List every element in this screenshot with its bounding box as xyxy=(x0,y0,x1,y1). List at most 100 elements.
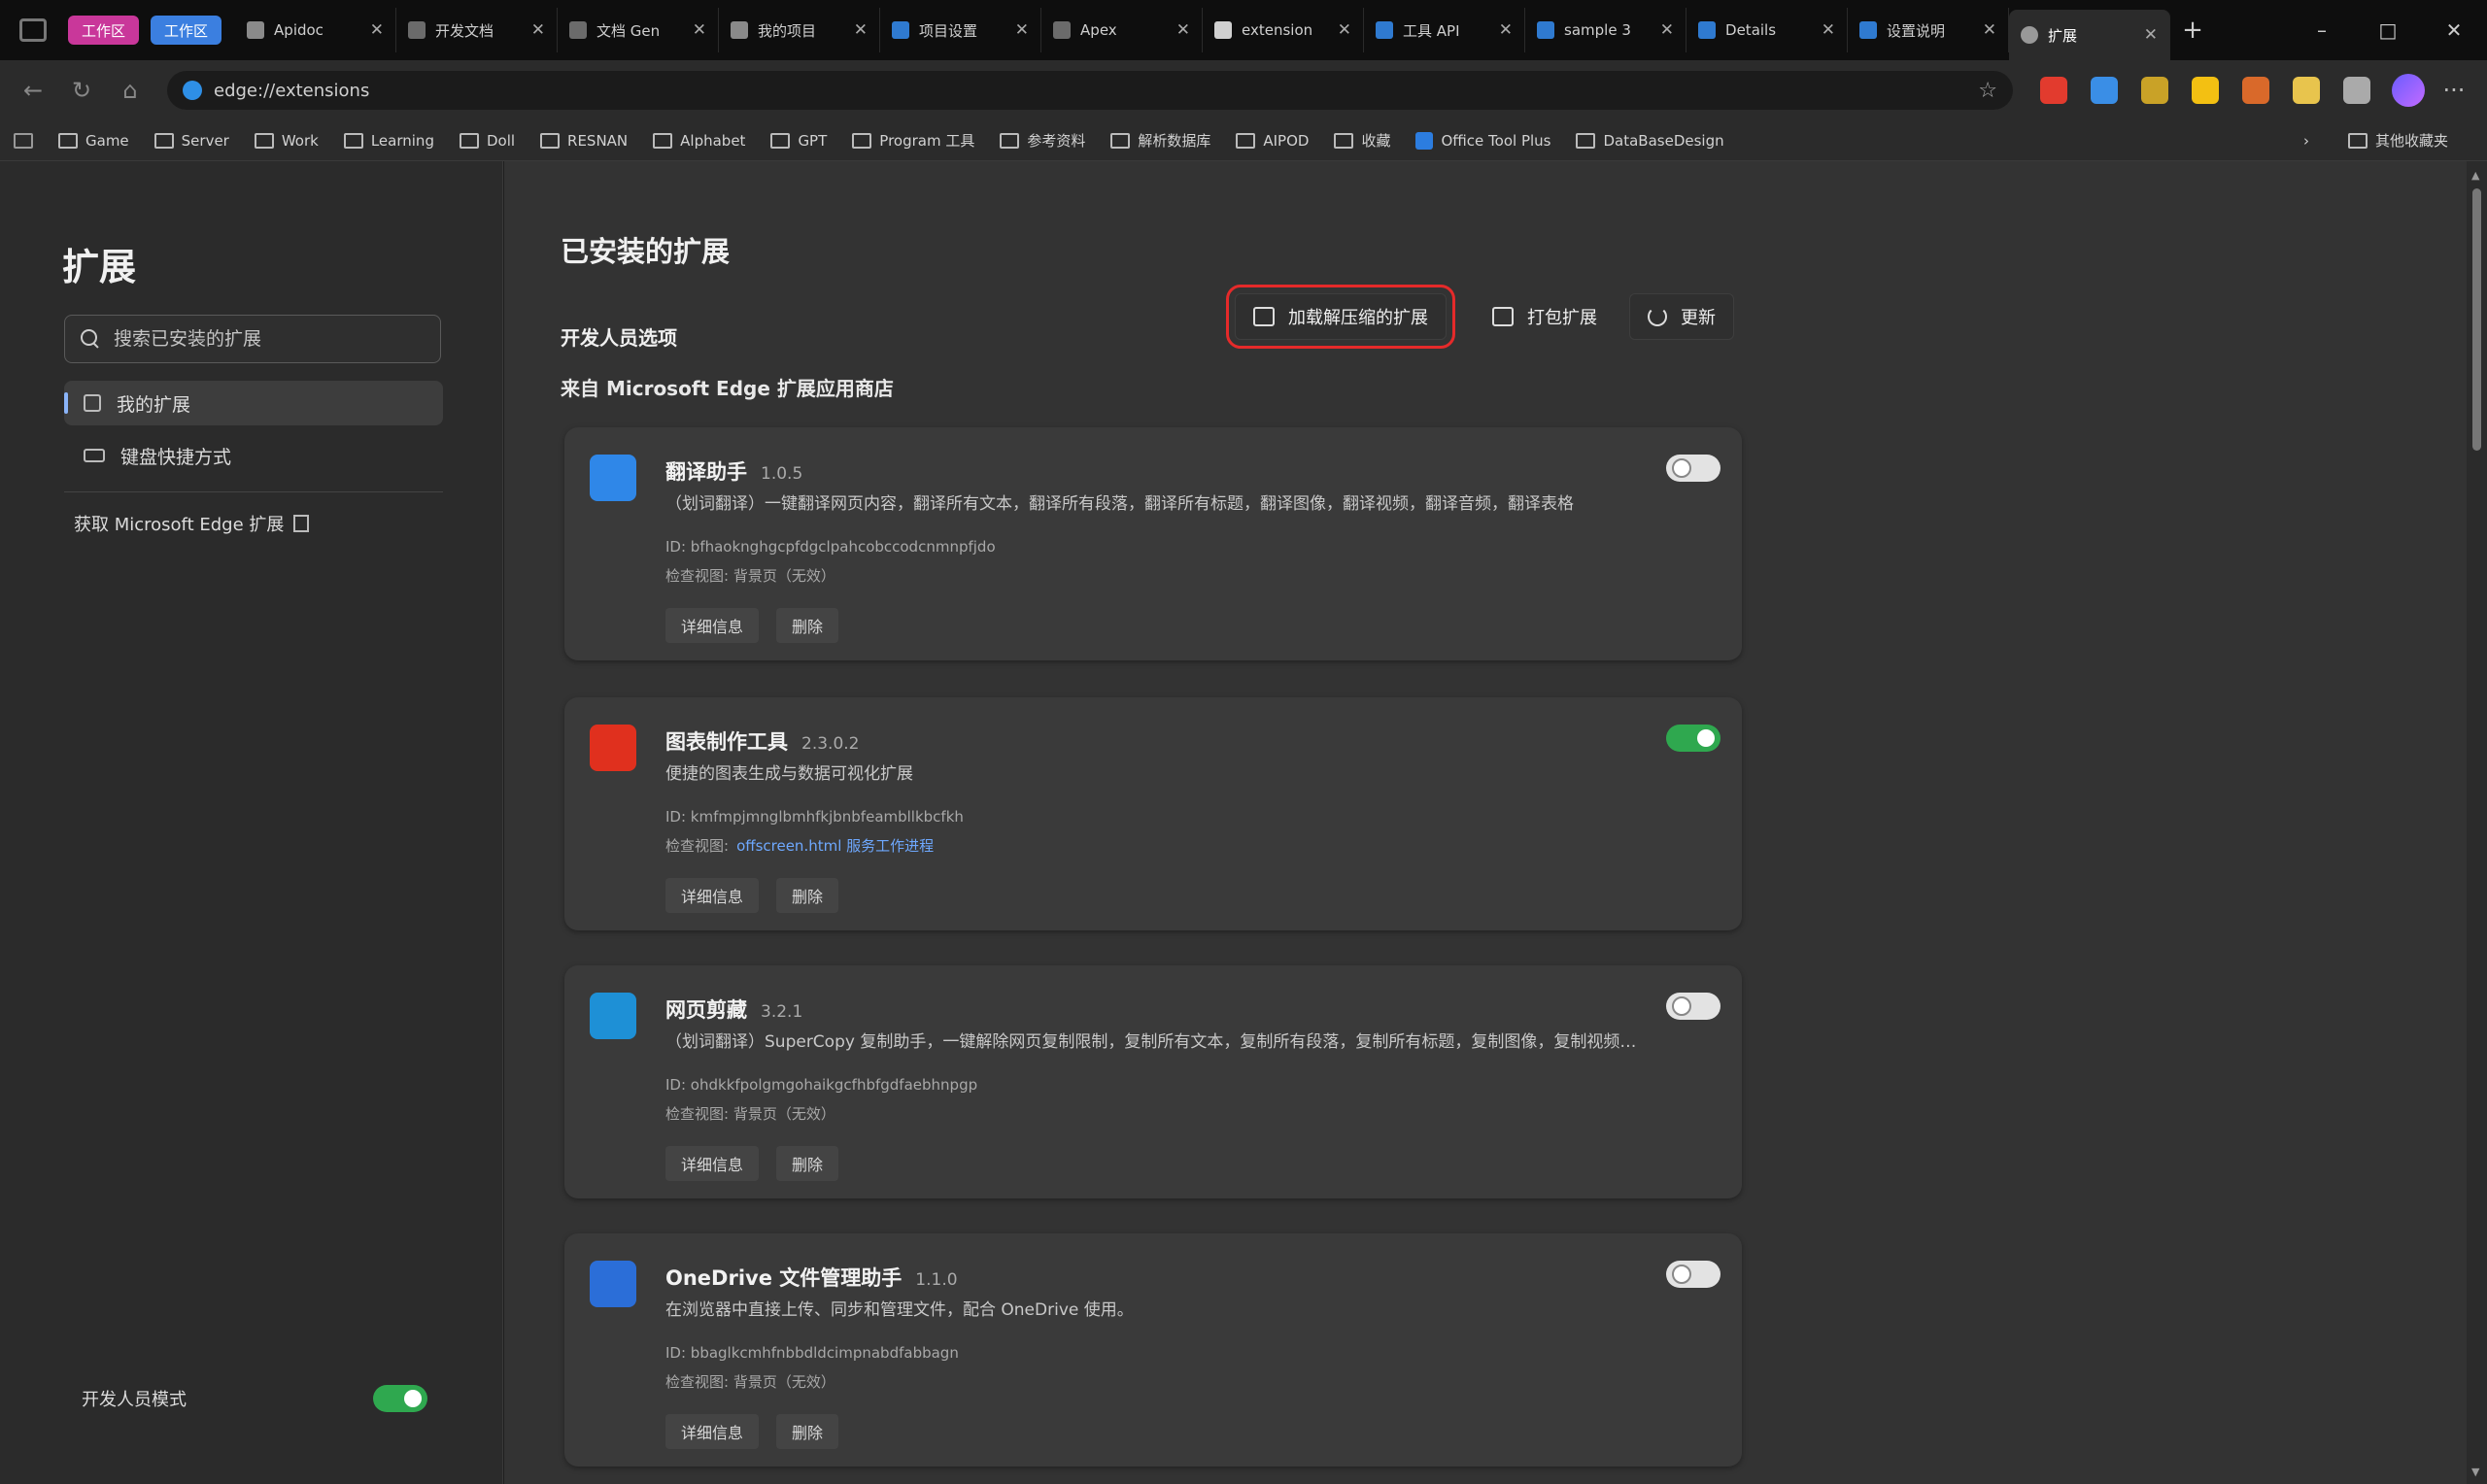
tab-9[interactable]: sample 3 ✕ xyxy=(1525,8,1687,52)
favorites-item[interactable]: Program 工具 xyxy=(852,130,974,151)
workspace-badge-2[interactable]: 工作区 xyxy=(151,16,222,45)
address-bar[interactable]: edge://extensions ☆ xyxy=(167,71,2013,110)
tab-favicon-icon xyxy=(408,21,426,39)
tab-favicon-icon xyxy=(1053,21,1072,39)
extension-enable-toggle[interactable] xyxy=(1666,993,1720,1020)
close-window-button[interactable]: ✕ xyxy=(2421,8,2487,52)
favorites-item[interactable]: Office Tool Plus xyxy=(1415,131,1550,150)
workspace-badge-1[interactable]: 工作区 xyxy=(68,16,140,45)
close-tab-icon[interactable]: ✕ xyxy=(854,20,868,40)
extension-toolbar-icon[interactable] xyxy=(2192,77,2219,104)
refresh-button[interactable]: ↻ xyxy=(62,71,101,110)
tab-5[interactable]: 项目设置 ✕ xyxy=(880,8,1042,52)
close-tab-icon[interactable]: ✕ xyxy=(1822,20,1835,40)
profile-avatar[interactable] xyxy=(2392,74,2425,107)
extension-enable-toggle[interactable] xyxy=(1666,455,1720,482)
close-tab-icon[interactable]: ✕ xyxy=(370,20,384,40)
favorites-item[interactable]: RESNAN xyxy=(540,132,628,150)
extension-toolbar-icon[interactable] xyxy=(2091,77,2118,104)
extension-toolbar-icon[interactable] xyxy=(2242,77,2269,104)
home-button[interactable]: ⌂ xyxy=(111,71,150,110)
inspect-views-link[interactable]: offscreen.html 服务工作进程 xyxy=(736,837,934,855)
tab-3[interactable]: 文档 Gen ✕ xyxy=(558,8,720,52)
tab-4[interactable]: 我的项目 ✕ xyxy=(719,8,881,52)
extension-actions: 详细信息 删除 xyxy=(665,1146,856,1181)
extension-card: OneDrive 文件管理助手 1.1.0 在浏览器中直接上传、同步和管理文件，配合… xyxy=(564,1233,1742,1467)
extension-toolbar-icon[interactable] xyxy=(2141,77,2168,104)
update-button[interactable]: 更新 xyxy=(1629,293,1734,340)
load-unpacked-button[interactable]: 加载解压缩的扩展 xyxy=(1226,285,1455,349)
remove-button[interactable]: 删除 xyxy=(776,1146,839,1181)
extension-enable-toggle[interactable] xyxy=(1666,1261,1720,1288)
close-tab-icon[interactable]: ✕ xyxy=(1338,20,1351,40)
tab-10[interactable]: Details ✕ xyxy=(1686,8,1849,52)
extension-toolbar-icon[interactable] xyxy=(2293,77,2320,104)
favorites-item[interactable]: 解析数据库 xyxy=(1110,130,1210,151)
details-button[interactable]: 详细信息 xyxy=(665,608,760,643)
favorites-item[interactable]: Server xyxy=(153,132,229,150)
close-tab-icon[interactable]: ✕ xyxy=(1499,20,1513,40)
scroll-down-arrow[interactable]: ▼ xyxy=(2471,1466,2479,1478)
tab-8[interactable]: 工具 API ✕ xyxy=(1364,8,1526,52)
favorite-star-icon[interactable]: ☆ xyxy=(1978,79,1997,103)
favorites-item[interactable]: 收藏 xyxy=(1334,130,1390,151)
folder-icon xyxy=(1334,132,1354,149)
remove-button[interactable]: 删除 xyxy=(776,1414,839,1449)
close-tab-icon[interactable]: ✕ xyxy=(693,20,706,40)
new-tab-button[interactable]: + xyxy=(2170,8,2215,52)
tab-2[interactable]: 开发文档 ✕ xyxy=(396,8,559,52)
favorites-item-label: Alphabet xyxy=(680,131,746,150)
remove-button[interactable]: 删除 xyxy=(776,608,839,643)
extension-enable-toggle[interactable] xyxy=(1666,725,1720,752)
favorites-item[interactable]: Alphabet xyxy=(653,132,745,150)
developer-mode-toggle[interactable] xyxy=(373,1385,427,1412)
extension-toolbar-icon[interactable] xyxy=(2040,77,2067,104)
scroll-up-arrow[interactable]: ▲ xyxy=(2471,169,2479,182)
maximize-button[interactable]: □ xyxy=(2355,8,2421,52)
close-tab-icon[interactable]: ✕ xyxy=(1176,20,1190,40)
close-tab-icon[interactable]: ✕ xyxy=(1660,20,1674,40)
tab-6[interactable]: Apex ✕ xyxy=(1041,8,1204,52)
remove-button[interactable]: 删除 xyxy=(776,878,839,913)
close-tab-icon[interactable]: ✕ xyxy=(1015,20,1029,40)
extension-id: ID: ohdkkfpolgmgohaikgcfhbfgdfaebhnpgp xyxy=(665,1076,978,1094)
extension-version: 1.1.0 xyxy=(915,1270,958,1290)
developer-mode-label: 开发人员模式 xyxy=(82,1390,187,1410)
url-text[interactable]: edge://extensions xyxy=(214,81,369,101)
favorites-item[interactable]: Doll xyxy=(459,132,515,150)
sidebar-item-keyboard-shortcuts[interactable]: 键盘快捷方式 xyxy=(64,433,443,478)
back-button[interactable]: ← xyxy=(14,71,52,110)
tab-extensions[interactable]: 扩展 ✕ xyxy=(2009,10,2171,60)
tab-actions-button[interactable] xyxy=(8,9,58,51)
favorites-item[interactable]: 参考资料 xyxy=(1000,130,1085,151)
get-extensions-link[interactable]: 获取 Microsoft Edge 扩展 xyxy=(74,511,310,536)
close-tab-icon[interactable]: ✕ xyxy=(1983,20,1996,40)
search-input[interactable] xyxy=(114,328,405,350)
favorites-item[interactable]: DataBaseDesign xyxy=(1576,132,1724,150)
extension-toolbar-icon[interactable] xyxy=(2343,77,2370,104)
close-tab-icon[interactable]: ✕ xyxy=(2144,25,2158,45)
close-tab-icon[interactable]: ✕ xyxy=(531,20,545,40)
favorites-item[interactable]: Learning xyxy=(343,132,434,150)
favorites-item[interactable]: Work xyxy=(254,132,319,150)
tab-1[interactable]: Apidoc ✕ xyxy=(235,8,397,52)
other-favorites-folder[interactable]: 其他收藏夹 xyxy=(2347,130,2448,151)
tab-7[interactable]: extension ✕ xyxy=(1203,8,1365,52)
pack-extension-button[interactable]: 打包扩展 xyxy=(1474,293,1616,340)
tab-11[interactable]: 设置说明 ✕ xyxy=(1848,8,2010,52)
favorites-overflow-chevron[interactable]: › xyxy=(2303,132,2309,150)
settings-more-button[interactable]: ··· xyxy=(2435,77,2473,104)
scrollbar-thumb[interactable] xyxy=(2472,188,2481,451)
details-button[interactable]: 详细信息 xyxy=(665,878,760,913)
favorites-item[interactable]: GPT xyxy=(770,132,827,150)
tab-favicon-icon xyxy=(892,21,910,39)
details-button[interactable]: 详细信息 xyxy=(665,1414,760,1449)
details-button[interactable]: 详细信息 xyxy=(665,1146,760,1181)
search-box[interactable] xyxy=(64,315,441,363)
favorites-item[interactable]: AIPOD xyxy=(1236,132,1309,150)
favorites-bar-icon[interactable] xyxy=(14,132,41,149)
favorites-item[interactable]: Game xyxy=(58,132,129,150)
minimize-button[interactable]: – xyxy=(2289,8,2355,52)
sidebar-item-my-extensions[interactable]: 我的扩展 xyxy=(64,381,443,425)
page-scrollbar[interactable]: ▲ ▼ xyxy=(2467,161,2487,1484)
